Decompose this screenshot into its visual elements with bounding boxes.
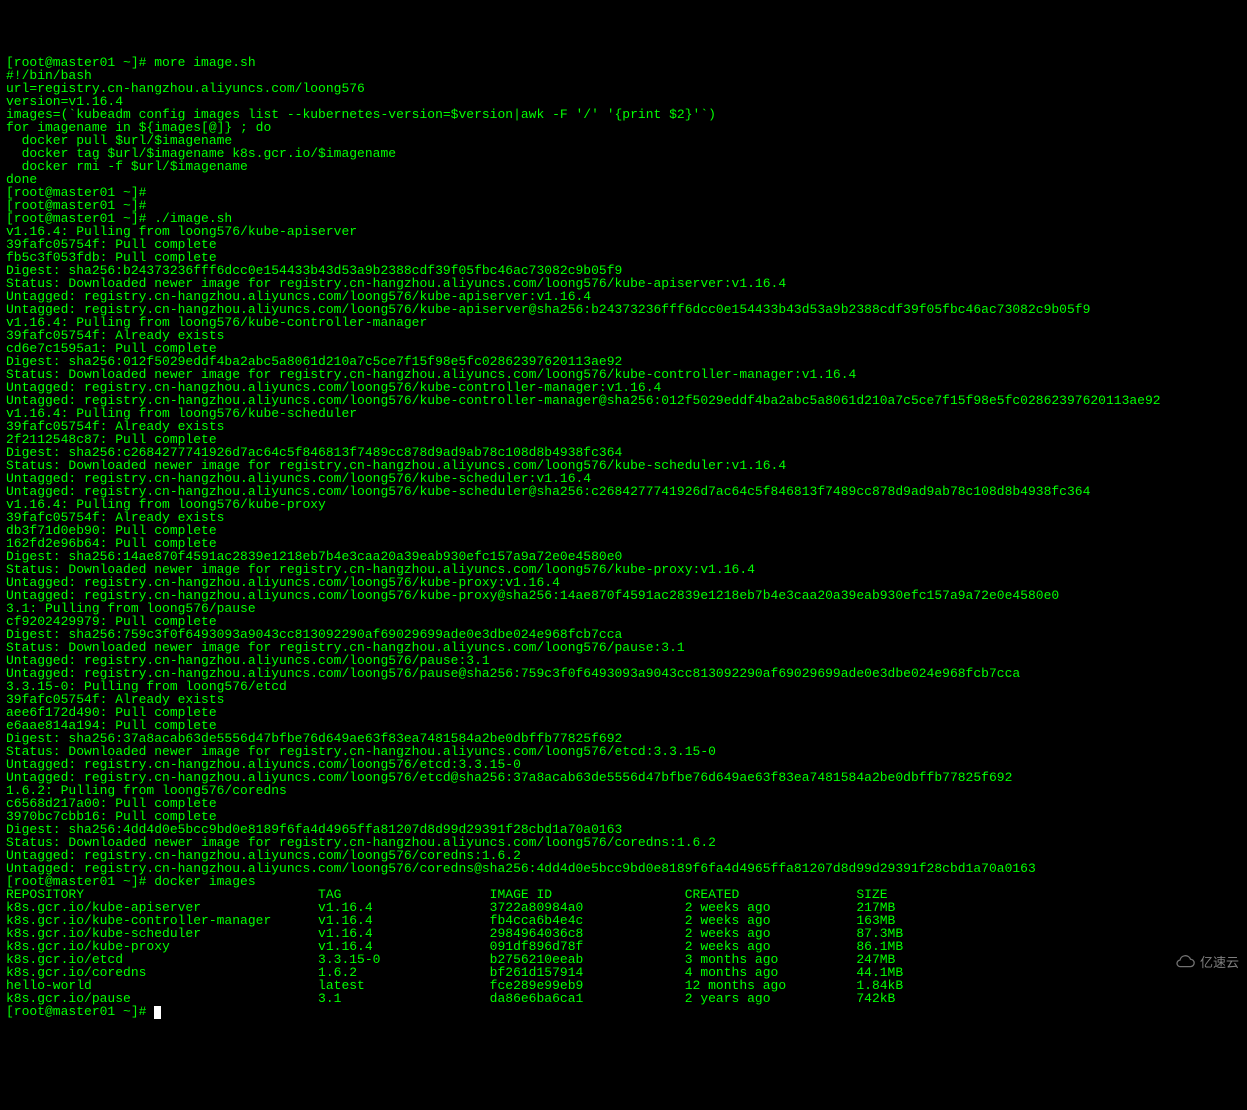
- terminal-output[interactable]: [root@master01 ~]# more image.sh#!/bin/b…: [6, 56, 1241, 1019]
- terminal-line: [root@master01 ~]# more image.sh: [6, 56, 1241, 69]
- cloud-icon: [1174, 953, 1196, 971]
- terminal-line: k8s.gcr.io/pause 3.1 da86e6ba6ca1 2 year…: [6, 992, 1241, 1005]
- terminal-line: url=registry.cn-hangzhou.aliyuncs.com/lo…: [6, 82, 1241, 95]
- terminal-line: hello-world latest fce289e99eb9 12 month…: [6, 979, 1241, 992]
- terminal-line: docker rmi -f $url/$imagename: [6, 160, 1241, 173]
- terminal-line: [root@master01 ~]#: [6, 186, 1241, 199]
- watermark-text: 亿速云: [1200, 956, 1239, 969]
- terminal-prompt[interactable]: [root@master01 ~]#: [6, 1005, 1241, 1019]
- terminal-line: done: [6, 173, 1241, 186]
- cursor-icon: [154, 1006, 161, 1019]
- terminal-line: k8s.gcr.io/coredns 1.6.2 bf261d157914 4 …: [6, 966, 1241, 979]
- watermark-logo: 亿速云: [1174, 953, 1239, 971]
